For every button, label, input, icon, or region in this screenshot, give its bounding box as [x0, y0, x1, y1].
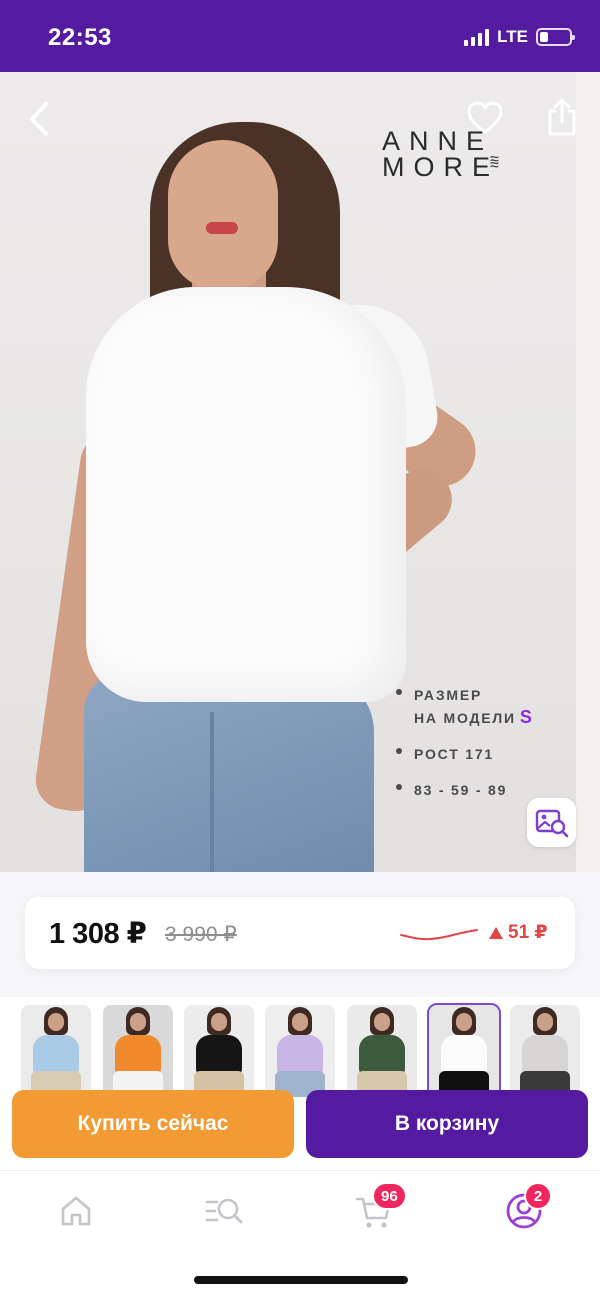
color-variant-thumbnail[interactable]: [427, 1003, 501, 1099]
color-variants: [0, 997, 600, 1099]
battery-icon: [536, 28, 575, 46]
bullet-icon: [396, 784, 402, 790]
color-variant-thumbnail[interactable]: [21, 1005, 91, 1097]
add-to-cart-button[interactable]: В корзину: [306, 1090, 588, 1158]
spec-size: РАЗМЕР НА МОДЕЛИ S: [396, 684, 532, 729]
bullet-icon: [396, 748, 402, 754]
home-indicator: [194, 1276, 408, 1284]
nav-catalog[interactable]: [204, 1191, 244, 1231]
price-change-value: 51 ₽: [508, 922, 548, 943]
visual-search-button[interactable]: [527, 798, 576, 847]
price-trend-sparkline: [400, 929, 478, 941]
status-time: 22:53: [48, 24, 112, 51]
spec-measurements: 83 - 59 - 89: [396, 779, 532, 801]
profile-notification-badge: 2: [524, 1182, 552, 1210]
spec-height-text: РОСТ 171: [414, 746, 495, 762]
share-button[interactable]: [544, 96, 580, 138]
home-icon: [61, 1196, 91, 1226]
catalog-search-icon: [205, 1198, 243, 1224]
color-variant-thumbnail[interactable]: [103, 1005, 173, 1097]
visual-search-icon: [535, 809, 568, 837]
spec-size-line1: РАЗМЕР: [414, 687, 483, 703]
color-variant-thumbnail[interactable]: [510, 1005, 580, 1097]
back-arrow-icon: [30, 102, 48, 136]
spec-measurements-text: 83 - 59 - 89: [414, 782, 508, 798]
color-variant-thumbnail[interactable]: [347, 1005, 417, 1097]
price-card[interactable]: 1 308 ₽ 3 990 ₽ 51 ₽: [25, 897, 575, 969]
spec-size-value: S: [519, 707, 532, 727]
buy-now-button[interactable]: Купить сейчас: [12, 1090, 294, 1158]
price-change: 51 ₽: [489, 921, 548, 944]
brand-wave-icon: ≈ ≈: [490, 151, 499, 174]
back-button[interactable]: [22, 100, 56, 138]
model-specs: РАЗМЕР НА МОДЕЛИ S РОСТ 171 83 - 59 - 89: [396, 684, 532, 815]
network-label: LTE: [497, 27, 528, 46]
signal-icon: [464, 28, 490, 46]
spec-size-line2: НА МОДЕЛИ: [414, 710, 516, 726]
bullet-icon: [396, 689, 402, 695]
color-variant-thumbnail[interactable]: [184, 1005, 254, 1097]
arrow-up-icon: [489, 926, 503, 939]
status-bar: 22:53 LTE: [0, 0, 600, 72]
old-price: 3 990 ₽: [165, 923, 237, 946]
nav-home[interactable]: [56, 1191, 96, 1231]
current-price: 1 308 ₽: [49, 918, 147, 950]
cart-count-badge: 96: [372, 1182, 407, 1210]
color-variant-thumbnail[interactable]: [265, 1005, 335, 1097]
share-icon: [548, 98, 576, 136]
status-indicators: LTE: [464, 27, 575, 47]
spec-height: РОСТ 171: [396, 743, 532, 765]
